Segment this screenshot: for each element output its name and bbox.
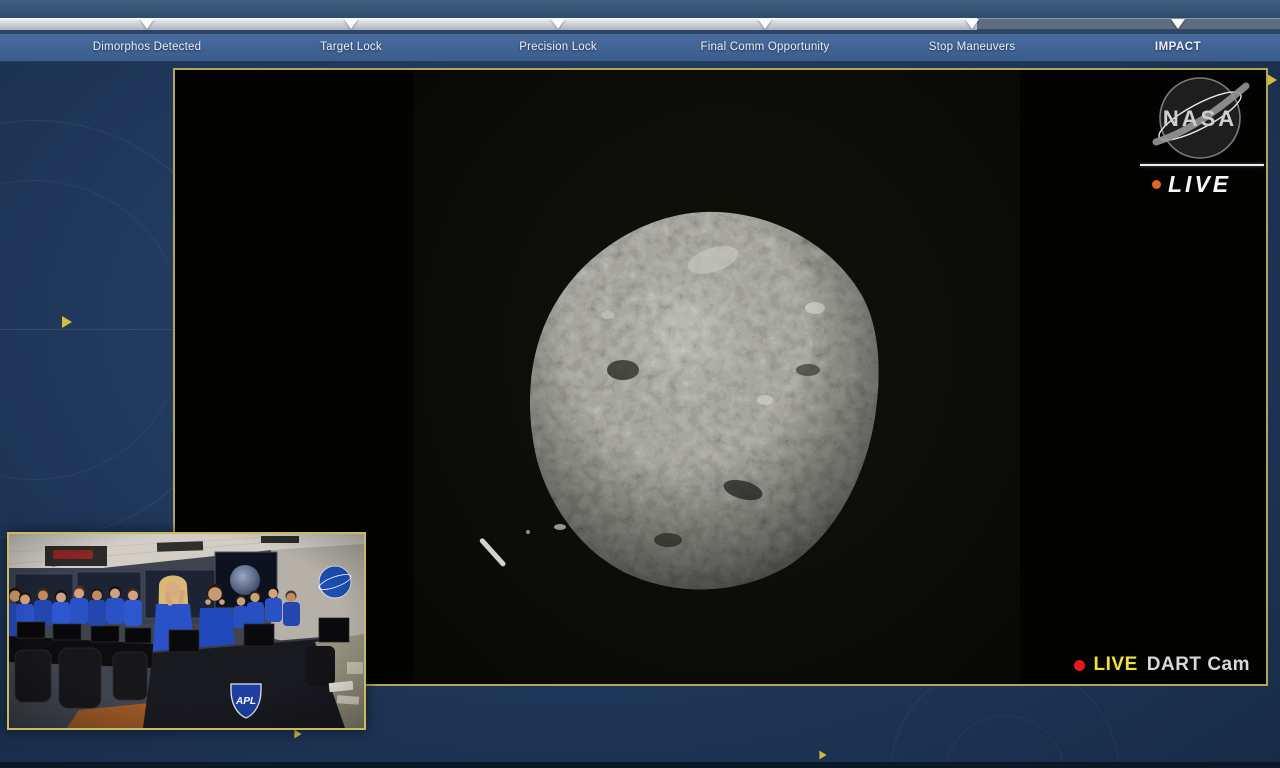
nasa-insignia-icon: NASA xyxy=(1152,77,1250,159)
decor-arrow-icon xyxy=(1267,74,1277,86)
decor-arrow-icon xyxy=(294,729,302,739)
milestone-marker-icon xyxy=(344,19,358,29)
caption-live-dot-icon xyxy=(1073,659,1085,671)
background-line xyxy=(0,329,174,330)
caption-camera-label: DART Cam xyxy=(1146,654,1250,675)
dart-camera-view xyxy=(413,70,1020,684)
milestone-marker-icon xyxy=(758,19,772,29)
dart-cam-caption: LIVE DART Cam xyxy=(1073,654,1250,676)
decor-arrow-icon xyxy=(62,316,72,328)
debris-streak xyxy=(479,530,530,567)
milestone-label: Dimorphos Detected xyxy=(92,41,202,53)
milestone-label: Target Lock xyxy=(320,41,382,53)
milestone-marker-icon xyxy=(1171,19,1185,29)
network-live-label: LIVE xyxy=(1168,171,1232,197)
mission-control-pip: APL xyxy=(7,532,366,730)
timeline-top-strip xyxy=(0,0,1280,18)
timeline-progress-bar xyxy=(0,18,1280,30)
milestone-marker-icon xyxy=(140,19,154,29)
milestone-label-impact: IMPACT xyxy=(1154,41,1202,53)
asteroid-body xyxy=(530,211,879,590)
background-arc xyxy=(0,180,185,480)
live-divider xyxy=(1140,164,1264,166)
bottom-strip xyxy=(0,762,1280,768)
milestone-marker-icon xyxy=(551,19,565,29)
milestone-label: Final Comm Opportunity xyxy=(700,41,830,53)
milestone-marker-icon xyxy=(965,19,979,29)
background-arc xyxy=(945,715,1065,768)
asteroid-dimorphos xyxy=(479,211,879,590)
milestone-label: Precision Lock xyxy=(519,41,597,53)
live-dot-icon xyxy=(1152,180,1161,189)
caption-live-label: LIVE xyxy=(1093,654,1138,675)
dart-broadcast-screen: Dimorphos Detected Target Lock Precision… xyxy=(0,0,1280,768)
decor-arrow-icon xyxy=(819,750,827,760)
mission-timeline: Dimorphos Detected Target Lock Precision… xyxy=(0,0,1280,62)
milestone-label: Stop Maneuvers xyxy=(928,41,1016,53)
nasa-live-bug: NASA LIVE xyxy=(1140,76,1264,198)
mission-control-scene: APL xyxy=(9,534,364,728)
nasa-wordmark: NASA xyxy=(1163,106,1237,131)
